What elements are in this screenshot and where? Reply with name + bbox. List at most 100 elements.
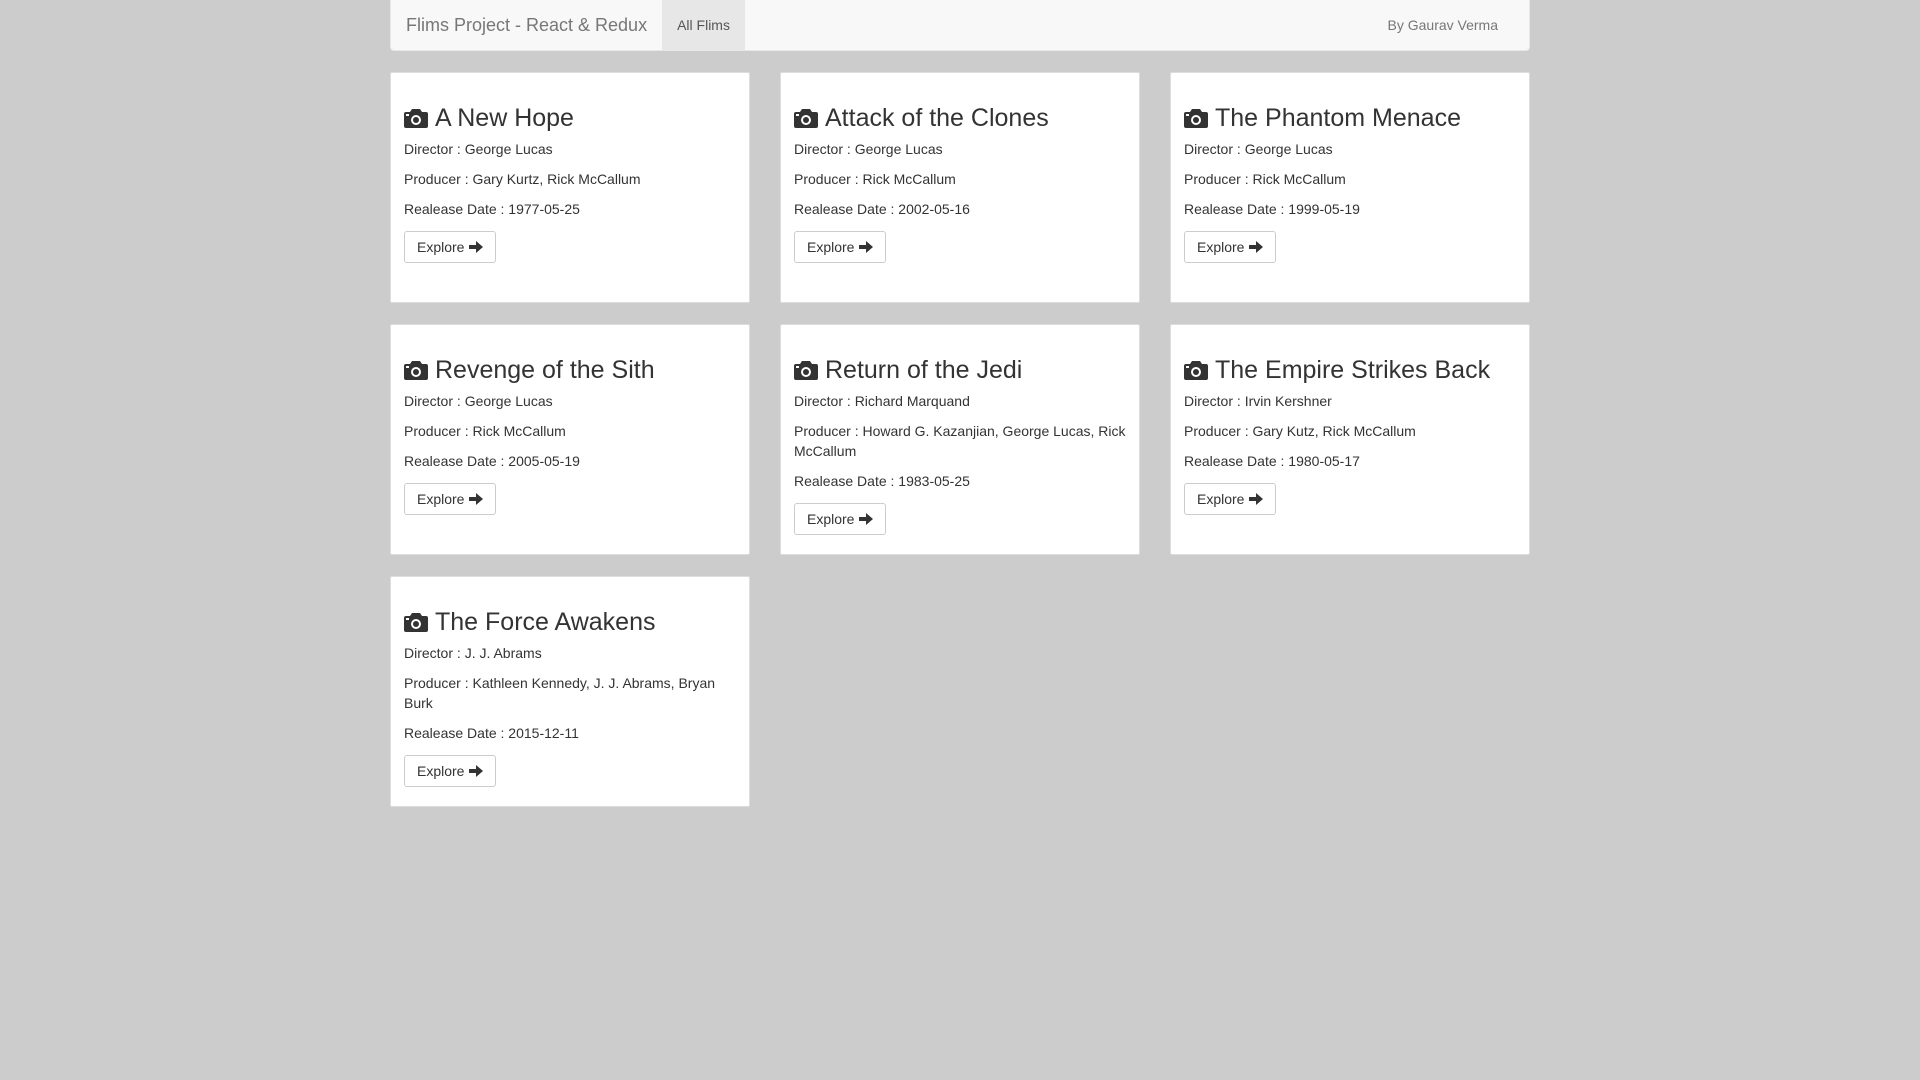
camera-icon [794,361,818,380]
film-producer: Producer : Gary Kutz, Rick McCallum [1184,421,1516,441]
explore-label: Explore [417,763,465,779]
director-value: Irvin Kershner [1244,393,1332,409]
film-producer: Producer : Rick McCallum [404,421,736,441]
director-value: George Lucas [1244,141,1333,157]
explore-button[interactable]: Explore [794,231,887,263]
explore-label: Explore [1197,491,1245,507]
release-label: Realease Date : [404,201,509,217]
release-value: 2015-12-11 [508,725,579,741]
film-director: Director : Richard Marquand [794,391,1126,411]
film-producer: Producer : Gary Kurtz, Rick McCallum [404,169,736,189]
tab-all-films[interactable]: All Flims [662,0,745,50]
film-title: The Empire Strikes Back [1184,355,1516,385]
arrow-right-icon [469,765,484,777]
camera-icon [1184,361,1208,380]
director-value: Richard Marquand [854,393,970,409]
arrow-right-icon [469,493,484,505]
arrow-right-icon [469,241,484,253]
film-producer: Producer : Kathleen Kennedy, J. J. Abram… [404,673,736,713]
film-title-text: The Phantom Menace [1215,104,1461,132]
release-label: Realease Date : [1184,453,1289,469]
film-title-text: A New Hope [435,104,574,132]
film-title: The Force Awakens [404,607,736,637]
film-title: Attack of the Clones [794,103,1126,133]
release-label: Realease Date : [1184,201,1289,217]
producer-label: Producer : [404,423,473,439]
film-title-text: The Force Awakens [435,608,656,636]
director-value: George Lucas [464,393,553,409]
navbar-brand[interactable]: Flims Project - React & Redux [391,0,662,50]
arrow-right-icon [859,513,874,525]
producer-value: Rick McCallum [472,423,566,439]
director-label: Director : [404,645,465,661]
release-label: Realease Date : [794,201,899,217]
film-release-date: Realease Date : 1980-05-17 [1184,451,1516,471]
film-producer: Producer : Rick McCallum [794,169,1126,189]
director-value: George Lucas [464,141,553,157]
producer-label: Producer : [794,423,863,439]
film-release-date: Realease Date : 1977-05-25 [404,199,736,219]
film-release-date: Realease Date : 1999-05-19 [1184,199,1516,219]
director-label: Director : [1184,393,1245,409]
camera-icon [1184,109,1208,128]
film-director: Director : George Lucas [1184,139,1516,159]
explore-button[interactable]: Explore [1184,231,1277,263]
film-title: Return of the Jedi [794,355,1126,385]
release-value: 1980-05-17 [1288,453,1360,469]
explore-label: Explore [807,239,855,255]
director-label: Director : [794,141,855,157]
film-card: Return of the Jedi Director : Richard Ma… [780,324,1140,555]
explore-button[interactable]: Explore [404,755,497,787]
film-release-date: Realease Date : 2005-05-19 [404,451,736,471]
page-container: Flims Project - React & Redux All Flims … [390,0,1530,807]
film-title: Revenge of the Sith [404,355,736,385]
release-value: 1983-05-25 [898,473,970,489]
film-card: Revenge of the Sith Director : George Lu… [390,324,750,555]
film-title-text: Attack of the Clones [825,104,1049,132]
explore-button[interactable]: Explore [404,483,497,515]
release-value: 1999-05-19 [1288,201,1360,217]
film-card: The Empire Strikes Back Director : Irvin… [1170,324,1530,555]
explore-label: Explore [1197,239,1245,255]
film-title-text: The Empire Strikes Back [1215,356,1491,384]
camera-icon [404,613,428,632]
film-director: Director : Irvin Kershner [1184,391,1516,411]
film-title-text: Revenge of the Sith [435,356,655,384]
film-card: Attack of the Clones Director : George L… [780,72,1140,303]
film-director: Director : J. J. Abrams [404,643,736,663]
arrow-right-icon [1249,241,1264,253]
explore-label: Explore [417,491,465,507]
film-release-date: Realease Date : 2002-05-16 [794,199,1126,219]
producer-label: Producer : [1184,423,1253,439]
producer-value: Rick McCallum [862,171,956,187]
explore-label: Explore [807,511,855,527]
release-value: 2002-05-16 [898,201,970,217]
director-label: Director : [404,393,465,409]
release-label: Realease Date : [404,725,509,741]
producer-label: Producer : [404,171,473,187]
camera-icon [404,361,428,380]
film-title: A New Hope [404,103,736,133]
explore-button[interactable]: Explore [404,231,497,263]
explore-button[interactable]: Explore [1184,483,1277,515]
explore-label: Explore [417,239,465,255]
navbar: Flims Project - React & Redux All Flims … [390,0,1530,51]
producer-value: Gary Kurtz, Rick McCallum [472,171,641,187]
explore-button[interactable]: Explore [794,503,887,535]
release-value: 2005-05-19 [508,453,580,469]
film-title: The Phantom Menace [1184,103,1516,133]
film-producer: Producer : Rick McCallum [1184,169,1516,189]
film-release-date: Realease Date : 2015-12-11 [404,723,736,743]
camera-icon [404,109,428,128]
producer-value: Rick McCallum [1252,171,1346,187]
films-grid: A New Hope Director : George Lucas Produ… [390,72,1530,807]
film-card: The Force Awakens Director : J. J. Abram… [390,576,750,807]
author-credit: By Gaurav Verma [1387,17,1499,33]
film-card: A New Hope Director : George Lucas Produ… [390,72,750,303]
film-card: The Phantom Menace Director : George Luc… [1170,72,1530,303]
release-label: Realease Date : [404,453,509,469]
director-value: J. J. Abrams [464,645,542,661]
producer-label: Producer : [794,171,863,187]
film-title-text: Return of the Jedi [825,356,1023,384]
film-director: Director : George Lucas [404,139,736,159]
